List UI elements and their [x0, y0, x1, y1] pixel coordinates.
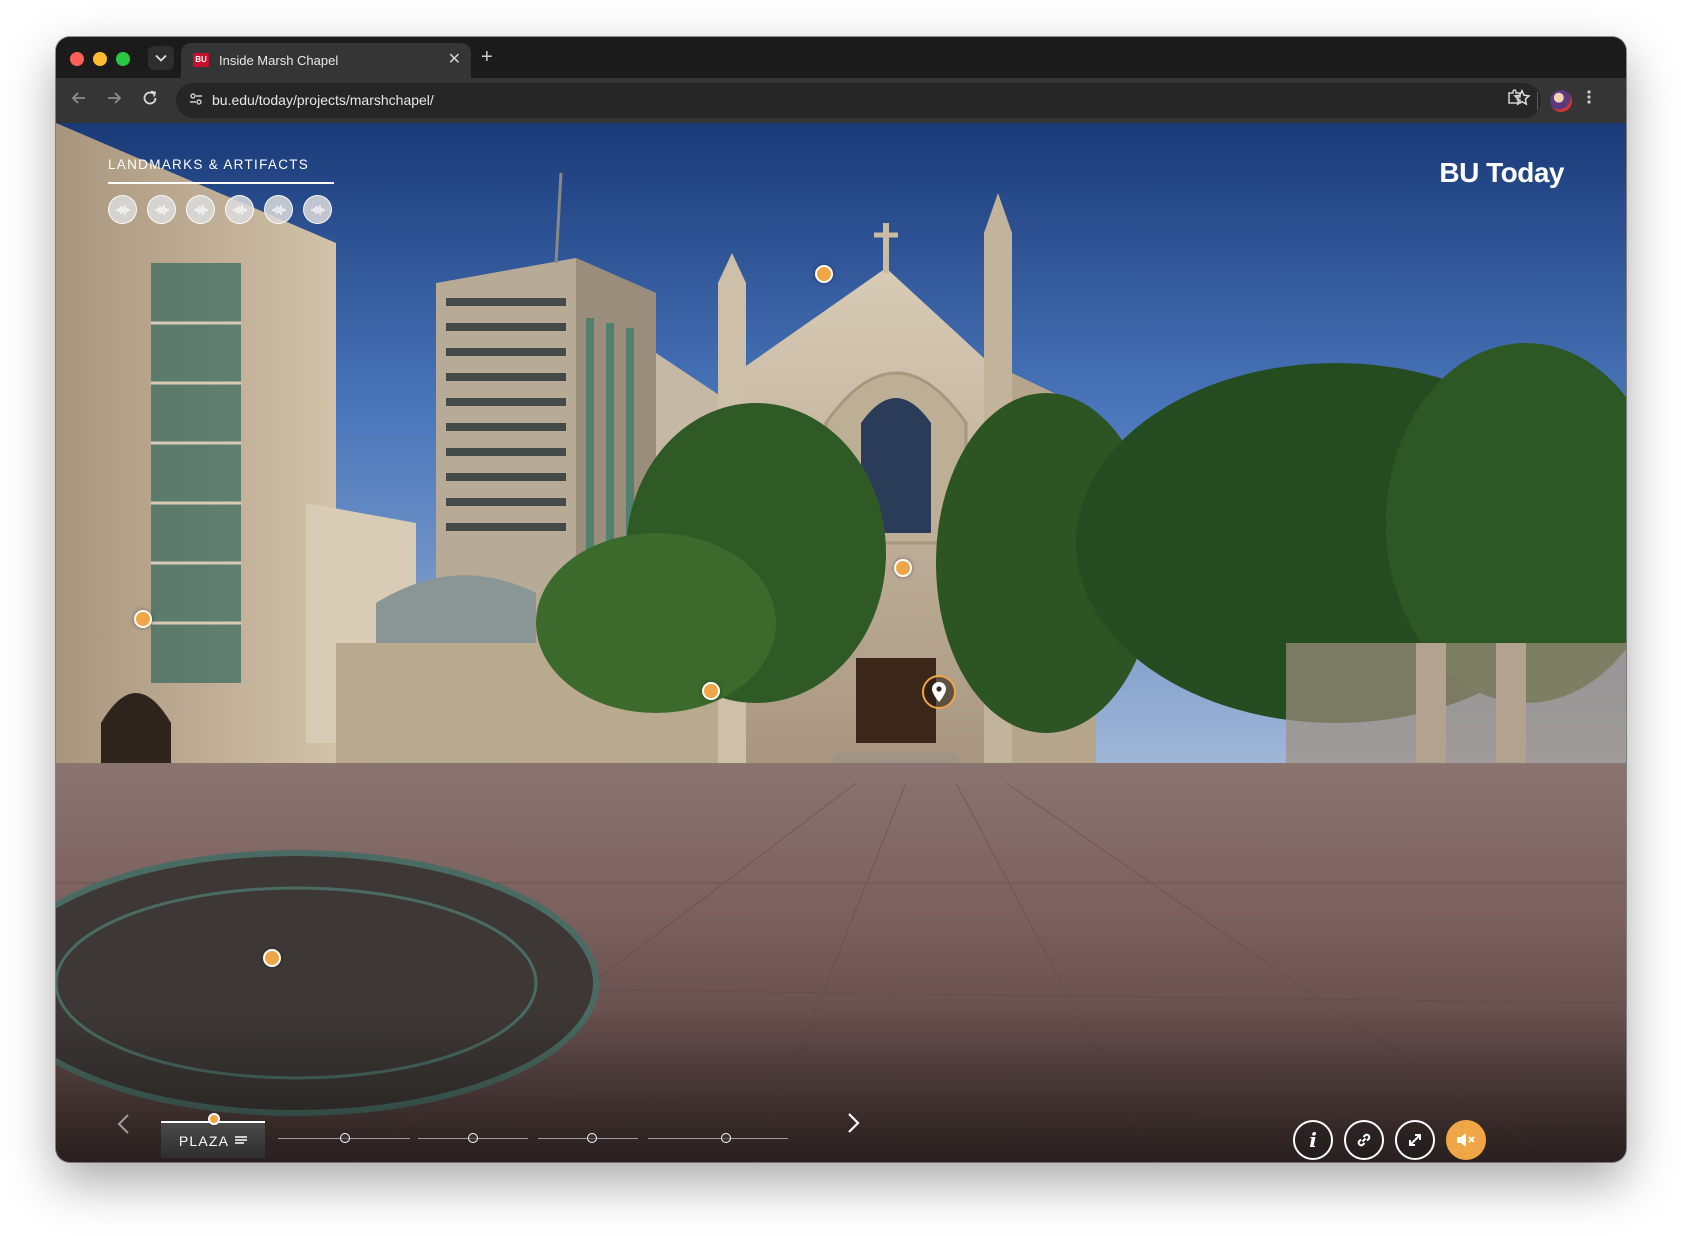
scene-node-3[interactable] [468, 1133, 478, 1143]
audio-clip-button-1[interactable] [108, 195, 137, 224]
hotspot-tower-cross[interactable] [815, 265, 833, 283]
browser-toolbar: bu.edu/today/projects/marshchapel/ [56, 78, 1626, 123]
audio-clip-button-2[interactable] [147, 195, 176, 224]
reload-icon [143, 90, 157, 105]
chapel-plaza-panorama[interactable] [56, 123, 1626, 1162]
info-icon: i [1309, 1128, 1317, 1152]
menu-lines-icon [235, 1135, 248, 1144]
hotspot-chapel-entrance[interactable] [894, 559, 912, 577]
current-scene-tab[interactable]: PLAZA [161, 1121, 265, 1158]
previous-scene-button[interactable] [116, 1111, 130, 1142]
hotspot-left-building[interactable] [134, 610, 152, 628]
audio-wave-icon [115, 204, 130, 215]
audio-wave-icon [310, 204, 325, 215]
chevron-left-icon [117, 1114, 129, 1134]
arrow-right-icon [108, 92, 122, 104]
current-scene-marker [208, 1113, 220, 1125]
url-text[interactable]: bu.edu/today/projects/marshchapel/ [212, 92, 434, 108]
section-underline [108, 182, 334, 184]
maximize-window-button[interactable] [116, 52, 130, 66]
scene-label: PLAZA [178, 1132, 230, 1149]
share-link-button[interactable] [1344, 1120, 1384, 1160]
bu-today-logo[interactable]: BU Today [1439, 157, 1564, 189]
audio-clip-button-3[interactable] [186, 195, 215, 224]
audio-wave-icon [193, 204, 208, 215]
toolbar-divider [1537, 92, 1538, 110]
audio-wave-icon [154, 204, 169, 215]
close-window-button[interactable] [70, 52, 84, 66]
bu-favicon-icon: BU [193, 53, 209, 67]
landmarks-section-title: LANDMARKS & ARTIFACTS [108, 157, 310, 172]
tab-strip: BU Inside Marsh Chapel ✕ + [56, 37, 1626, 78]
audio-clip-button-6[interactable] [303, 195, 332, 224]
scene-node-5[interactable] [721, 1133, 731, 1143]
audio-clip-list [108, 195, 332, 224]
expand-icon [1409, 1134, 1421, 1146]
chevron-right-icon [848, 1113, 860, 1133]
tab-title: Inside Marsh Chapel [219, 53, 339, 68]
kebab-menu-icon[interactable] [1586, 88, 1592, 112]
speaker-muted-icon [1457, 1133, 1475, 1147]
minimize-window-button[interactable] [93, 52, 107, 66]
info-button[interactable]: i [1293, 1120, 1333, 1160]
next-scene-button[interactable] [847, 1109, 861, 1141]
location-pin-icon[interactable] [922, 675, 956, 709]
fullscreen-button[interactable] [1395, 1120, 1435, 1160]
hotspot-university-seal[interactable] [263, 949, 281, 967]
audio-wave-icon [271, 204, 286, 215]
forward-button[interactable] [101, 88, 127, 114]
site-settings-icon[interactable] [186, 91, 206, 111]
scene-node-4[interactable] [587, 1133, 597, 1143]
new-tab-button[interactable]: + [481, 45, 493, 69]
back-button[interactable] [66, 88, 92, 114]
tab-close-button[interactable]: ✕ [448, 51, 461, 69]
scene-node-2[interactable] [340, 1133, 350, 1143]
mute-toggle-button[interactable] [1446, 1120, 1486, 1160]
reload-button[interactable] [137, 88, 163, 114]
browser-window: BU Inside Marsh Chapel ✕ + bu.edu/today/… [56, 37, 1626, 1162]
audio-clip-button-4[interactable] [225, 195, 254, 224]
panorama-viewer[interactable]: LANDMARKS & ARTIFACTS BU Today PLAZA i [56, 123, 1626, 1162]
active-tab[interactable]: BU Inside Marsh Chapel ✕ [181, 43, 471, 78]
link-icon [1357, 1133, 1371, 1147]
hotspot-garden[interactable] [702, 682, 720, 700]
bottom-shade [56, 1012, 1626, 1162]
extensions-puzzle-icon[interactable] [1503, 88, 1527, 112]
chevron-down-icon [155, 54, 167, 62]
address-bar[interactable]: bu.edu/today/projects/marshchapel/ [176, 83, 1541, 118]
timeline-segment [648, 1138, 788, 1139]
audio-clip-button-5[interactable] [264, 195, 293, 224]
profile-avatar[interactable] [1550, 90, 1572, 112]
audio-wave-icon [232, 204, 247, 215]
arrow-left-icon [71, 92, 85, 104]
tab-search-button[interactable] [148, 46, 174, 70]
